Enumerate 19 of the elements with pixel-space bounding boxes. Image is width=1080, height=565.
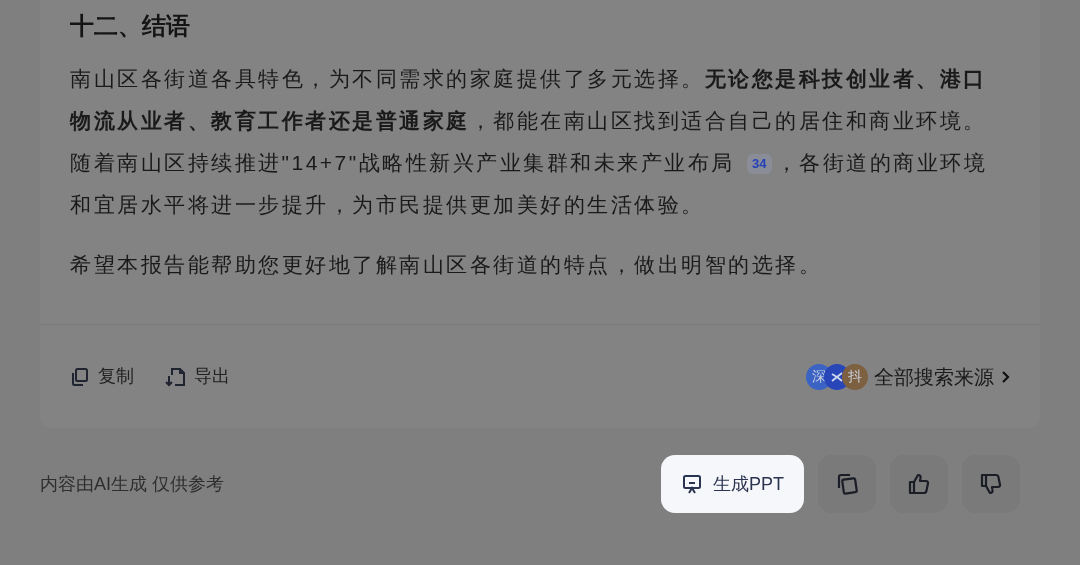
source-avatar: 抖	[842, 363, 868, 390]
paragraph: 南山区各街道各具特色，为不同需求的家庭提供了多元选择。无论您是科技创业者、港口物流从业者、教育工作者还是普通家庭，都能在南山区找到适合自己的居住和商业环境。随着南山区持续推进"14+7"战略性新兴产业集群和未来产业布局 34 ，各街道的商业环境和宜居水平将进一步提升，为市民提供更加美好的生活体验。	[70, 66, 988, 218]
disclaimer-text: 内容由AI生成 仅供参考	[40, 472, 224, 496]
copy-icon	[70, 366, 90, 387]
export-icon	[164, 365, 186, 388]
paragraph: 希望本报告能帮助您更好地了解南山区各街道的特点，做出明智的选择。	[70, 252, 823, 278]
dislike-button[interactable]	[962, 455, 1020, 513]
thumbs-down-icon	[978, 471, 1004, 497]
presentation-icon	[681, 473, 703, 495]
sources-link[interactable]: 深 抖 全部搜索来源	[806, 361, 1010, 392]
copy-button[interactable]	[818, 455, 876, 513]
like-button[interactable]	[890, 455, 948, 513]
copy-button[interactable]: 复制	[70, 363, 134, 390]
export-button[interactable]: 导出	[164, 363, 230, 390]
generate-ppt-button[interactable]: 生成PPT	[661, 455, 804, 513]
citation-badge[interactable]: 34	[747, 154, 772, 175]
thumbs-up-icon	[906, 471, 932, 497]
chevron-right-icon	[1000, 369, 1010, 384]
section-heading: 十二、结语	[70, 11, 191, 41]
